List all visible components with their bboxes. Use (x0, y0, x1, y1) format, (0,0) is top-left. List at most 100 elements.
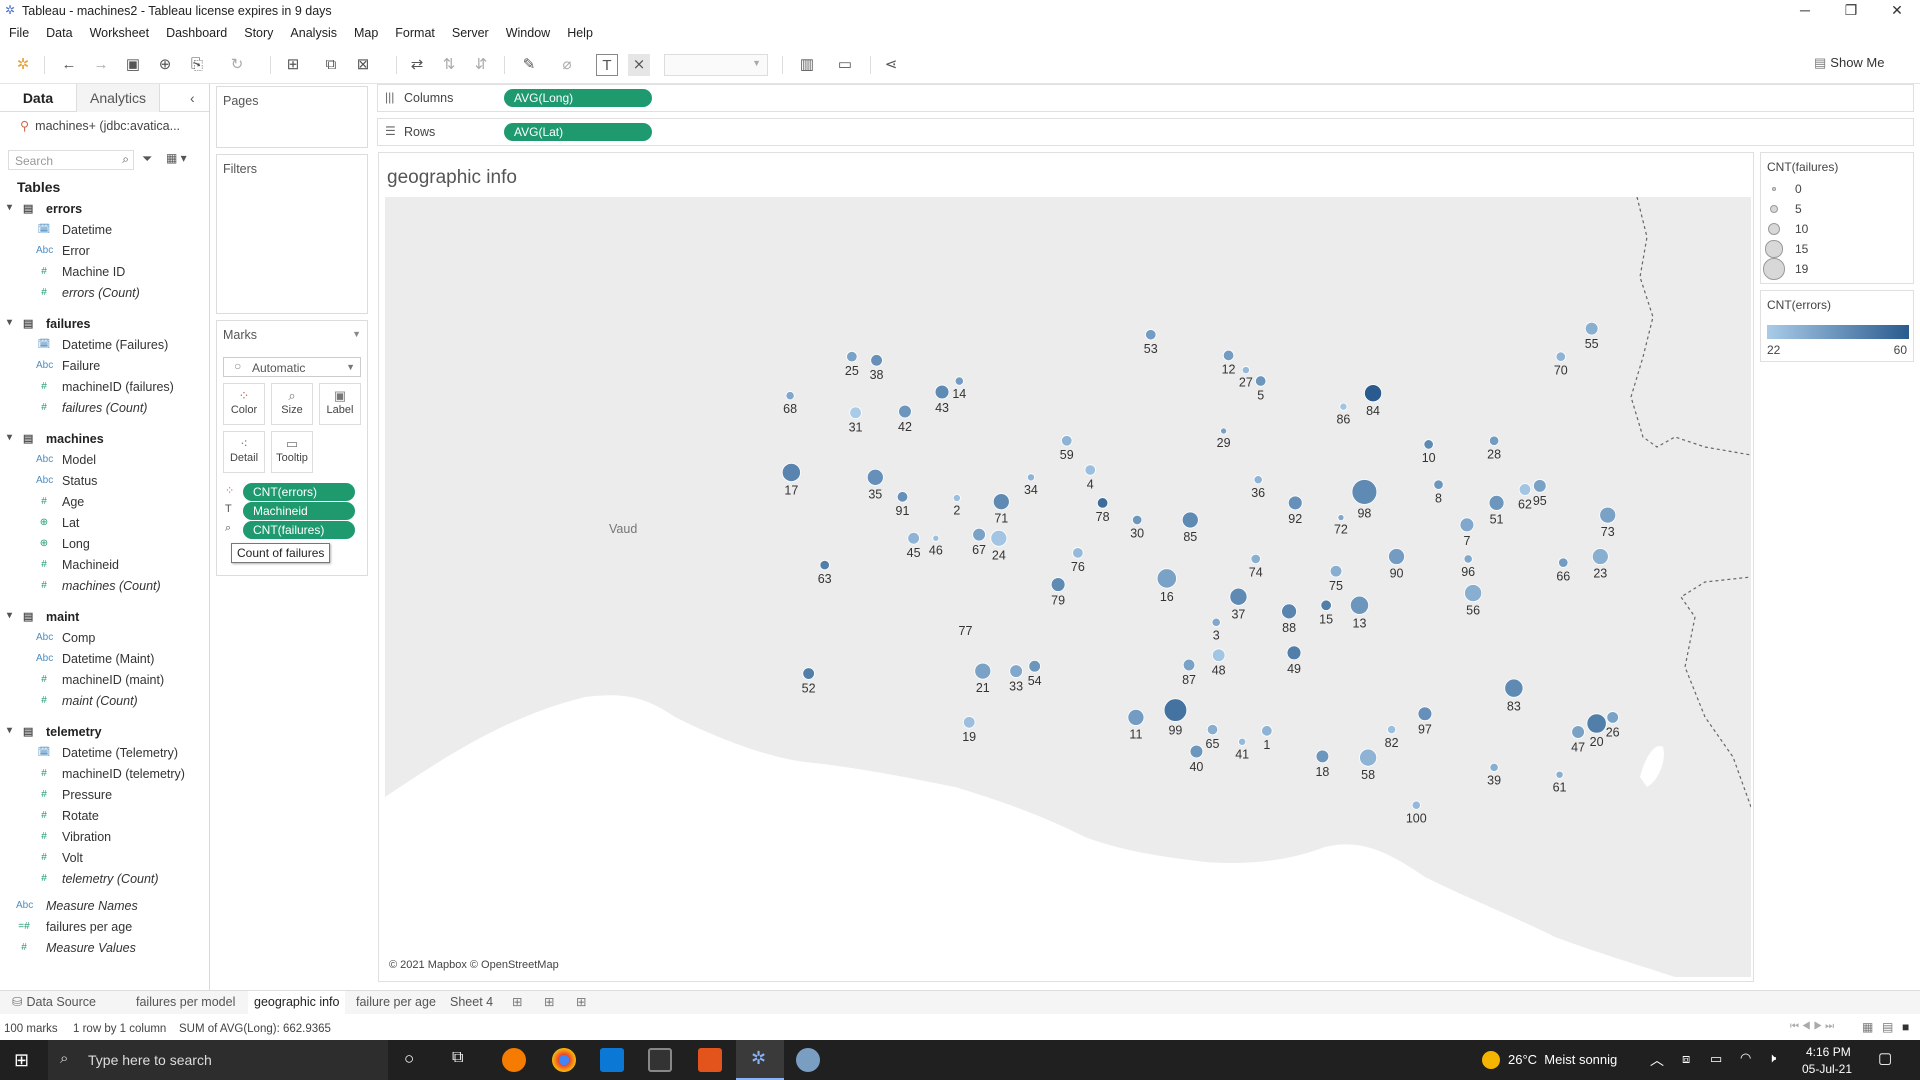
map-mark-63[interactable] (819, 559, 830, 571)
map-mark-54[interactable] (1028, 659, 1041, 673)
show-mark-labels-icon[interactable]: T (596, 54, 618, 76)
map-mark-12[interactable] (1222, 349, 1235, 362)
search-input[interactable]: Search ⌕ (8, 150, 134, 170)
map-mark-97[interactable] (1417, 706, 1433, 722)
map-mark-56[interactable] (1464, 584, 1483, 603)
map-mark-72[interactable] (1337, 514, 1345, 522)
chevron-down-icon[interactable]: ▾ (7, 202, 12, 213)
map-mark-34[interactable] (1026, 473, 1035, 482)
map-mark-74[interactable] (1250, 553, 1261, 565)
pill-avg-long[interactable]: AVG(Long) (504, 89, 652, 107)
map-mark-38[interactable] (870, 354, 883, 367)
map-mark-21[interactable] (974, 662, 992, 680)
map-mark-76[interactable] (1072, 547, 1084, 559)
size-legend-item[interactable]: 19 (1761, 258, 1913, 281)
map-mark-70[interactable] (1555, 351, 1566, 362)
map-mark-37[interactable] (1229, 587, 1248, 606)
map-mark-86[interactable] (1339, 402, 1348, 411)
presentation-mode-icon[interactable]: ▭ (834, 54, 856, 76)
highlight-icon[interactable]: ✎ (518, 54, 540, 76)
new-worksheet-icon[interactable]: ⊞ (282, 54, 304, 76)
chrome-icon[interactable] (552, 1048, 576, 1072)
map-mark-41[interactable] (1238, 737, 1247, 746)
map-mark-30[interactable] (1132, 514, 1143, 526)
map-mark-67[interactable] (972, 527, 986, 542)
map-mark-55[interactable] (1584, 321, 1599, 336)
map-mark-100[interactable] (1411, 800, 1421, 810)
terminal-icon[interactable] (648, 1048, 672, 1072)
menu-story[interactable]: Story (235, 22, 281, 44)
map-mark-17[interactable] (781, 462, 801, 482)
map-mark-47[interactable] (1571, 725, 1585, 739)
clear-sheet-icon[interactable]: ⊠ (352, 54, 374, 76)
map-mark-59[interactable] (1061, 435, 1073, 447)
map-mark-43[interactable] (934, 384, 950, 400)
map-mark-13[interactable] (1349, 595, 1370, 615)
weather-text[interactable]: 26°C Meist sonnig (1508, 1052, 1617, 1067)
filter-icon[interactable]: ⏷ (142, 151, 152, 167)
map-mark-2[interactable] (952, 493, 961, 503)
pill-machineid[interactable]: Machineid (243, 502, 355, 520)
clock-time[interactable]: 4:16 PM (1806, 1045, 1851, 1059)
map-mark-66[interactable] (1558, 557, 1569, 568)
new-story-tab-icon[interactable]: ⊞ (570, 991, 592, 1015)
chevron-down-icon[interactable]: ▾ (7, 432, 12, 443)
map-mark-84[interactable] (1364, 384, 1383, 403)
group-icon[interactable]: ⌀ (556, 54, 578, 76)
new-worksheet-tab-icon[interactable]: ⊞ (506, 991, 528, 1015)
map-mark-36[interactable] (1253, 475, 1263, 485)
size-button[interactable]: ⌕ Size (271, 383, 313, 425)
view-options-icon[interactable]: ▦ ▾ (166, 151, 187, 165)
map-mark-52[interactable] (802, 667, 815, 680)
pause-updates-icon[interactable]: ⎘ (186, 54, 208, 76)
size-legend-item[interactable]: 5 (1761, 201, 1913, 221)
refresh-icon[interactable]: ↻ (226, 54, 248, 76)
map-mark-99[interactable] (1163, 698, 1188, 722)
map-mark-85[interactable] (1181, 511, 1199, 529)
map-mark-95[interactable] (1533, 479, 1547, 493)
redo-icon[interactable]: → (90, 54, 112, 76)
sort-ascending-icon[interactable]: ⇅ (438, 54, 460, 76)
menu-analysis[interactable]: Analysis (281, 22, 345, 44)
map-mark-46[interactable] (932, 534, 940, 542)
tableau-start-icon[interactable]: ✲ (12, 54, 34, 76)
share-icon[interactable]: ⋖ (880, 54, 902, 76)
marks-menu-icon[interactable]: ▼ (352, 329, 361, 339)
filters-card[interactable]: Filters (216, 154, 368, 314)
map-mark-35[interactable] (866, 468, 884, 486)
map-mark-51[interactable] (1488, 495, 1505, 511)
show-me-button[interactable]: ▤ Show Me (1814, 55, 1885, 71)
fit-dropdown[interactable]: ▼ (664, 54, 768, 76)
map-mark-48[interactable] (1211, 648, 1226, 663)
collapse-pane-icon[interactable]: ‹ (190, 84, 195, 112)
undo-icon[interactable]: ← (58, 54, 80, 76)
clock-date[interactable]: 05-Jul-21 (1802, 1062, 1852, 1076)
map-mark-58[interactable] (1359, 748, 1378, 767)
map-mark-25[interactable] (846, 350, 858, 363)
map-mark-98[interactable] (1351, 479, 1378, 505)
menu-help[interactable]: Help (558, 22, 601, 44)
task-view-icon[interactable]: ⧉ (452, 1049, 463, 1067)
close-button[interactable]: ✕ (1874, 0, 1920, 22)
map-mark-87[interactable] (1182, 658, 1196, 672)
map-mark-91[interactable] (896, 491, 909, 503)
map-mark-45[interactable] (907, 531, 920, 545)
cortana-icon[interactable]: ○ (404, 1049, 414, 1069)
show-tabs-icon[interactable]: ■ (1902, 1020, 1909, 1034)
size-legend[interactable]: CNT(failures) 0 5 10 15 19 (1760, 152, 1914, 284)
menu-data[interactable]: Data (37, 22, 80, 44)
tray-app-icon[interactable]: ⧈ (1682, 1051, 1690, 1067)
map-mark-78[interactable] (1096, 497, 1109, 509)
tab-data[interactable]: Data (0, 84, 76, 112)
map-mark-27[interactable] (1241, 366, 1250, 375)
map-mark-24[interactable] (990, 529, 1008, 547)
map-mark-4[interactable] (1084, 464, 1096, 476)
swap-icon[interactable]: ⇄ (406, 54, 428, 76)
menu-worksheet[interactable]: Worksheet (81, 22, 158, 44)
menu-format[interactable]: Format (386, 22, 443, 44)
size-legend-item[interactable]: 15 (1761, 240, 1913, 261)
rows-shelf[interactable]: ☰ Rows AVG(Lat) (377, 118, 1914, 146)
fix-axes-icon[interactable]: ⨯ (628, 54, 650, 76)
sort-descending-icon[interactable]: ⇵ (470, 54, 492, 76)
map-mark-49[interactable] (1286, 645, 1302, 661)
